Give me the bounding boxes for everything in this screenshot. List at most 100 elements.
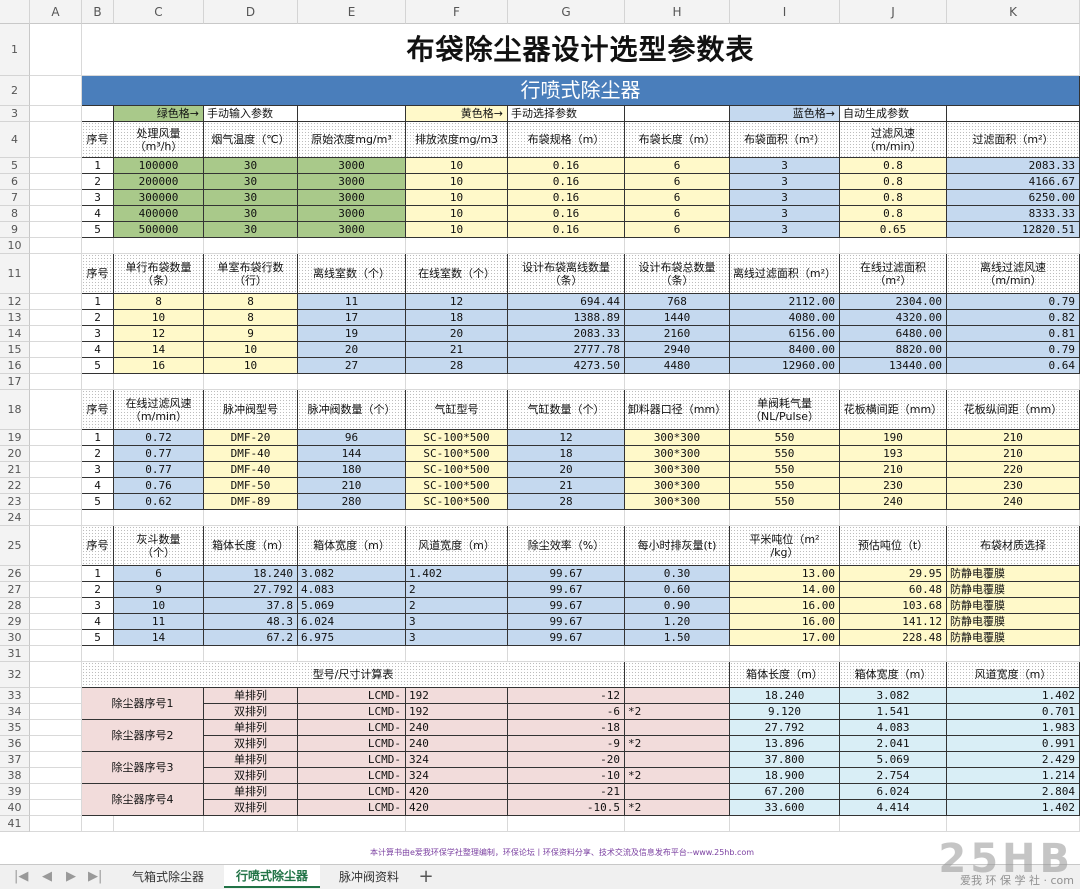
grid-cell[interactable]	[730, 238, 840, 254]
table-cell[interactable]: 193	[840, 446, 947, 462]
table-cell[interactable]: DMF-89	[204, 494, 298, 510]
grid-cell[interactable]	[30, 222, 82, 238]
grid-cell[interactable]	[840, 646, 947, 662]
row-header[interactable]: 16	[0, 358, 30, 374]
table-cell[interactable]: 8	[204, 294, 298, 310]
sheet-tab-qixiang[interactable]: 气箱式除尘器	[118, 865, 218, 888]
table-cell[interactable]: 6	[625, 174, 730, 190]
sheet-tab-maichongfa[interactable]: 脉冲阀资料	[324, 865, 414, 888]
last-sheet-icon[interactable]: ▶|	[88, 869, 102, 884]
table-cell[interactable]: 16.00	[730, 614, 840, 630]
column-header[interactable]: K	[947, 0, 1080, 24]
table-cell[interactable]: 3000	[298, 222, 406, 238]
table-cell[interactable]: 10	[114, 310, 204, 326]
table-cell[interactable]: 4320.00	[840, 310, 947, 326]
grid-cell[interactable]	[298, 646, 406, 662]
table-cell[interactable]: 17.00	[730, 630, 840, 646]
row-header[interactable]: 30	[0, 630, 30, 646]
table-cell[interactable]: 0.16	[508, 222, 625, 238]
table-cell[interactable]: 防静电覆膜	[947, 614, 1080, 630]
table-cell[interactable]: 14	[114, 342, 204, 358]
table-cell[interactable]: 16	[114, 358, 204, 374]
grid-cell[interactable]	[30, 704, 82, 720]
table-cell[interactable]: 20	[508, 462, 625, 478]
table-cell[interactable]: 防静电覆膜	[947, 630, 1080, 646]
row-header[interactable]: 9	[0, 222, 30, 238]
grid-cell[interactable]	[30, 106, 82, 122]
table-cell[interactable]: 6	[625, 222, 730, 238]
table-cell[interactable]: 12820.51	[947, 222, 1080, 238]
row-header[interactable]: 11	[0, 254, 30, 294]
table-cell[interactable]: 0.90	[625, 598, 730, 614]
grid-cell[interactable]	[406, 238, 508, 254]
table-cell[interactable]: 6	[625, 206, 730, 222]
table-cell[interactable]: 11	[114, 614, 204, 630]
grid-cell[interactable]	[30, 614, 82, 630]
table-cell[interactable]: 67.2	[204, 630, 298, 646]
table-cell[interactable]: 14.00	[730, 582, 840, 598]
table-cell[interactable]: 3.082	[298, 566, 406, 582]
table-cell[interactable]: 10	[406, 174, 508, 190]
grid-cell[interactable]	[30, 462, 82, 478]
table-cell[interactable]: 0.77	[114, 462, 204, 478]
table-cell[interactable]: 60.48	[840, 582, 947, 598]
grid-cell[interactable]	[30, 736, 82, 752]
grid-cell[interactable]	[30, 598, 82, 614]
table-cell[interactable]: 10	[406, 206, 508, 222]
table-cell[interactable]: 99.67	[508, 614, 625, 630]
table-cell[interactable]: 230	[947, 478, 1080, 494]
grid-cell[interactable]	[30, 768, 82, 784]
table-cell[interactable]: 0.8	[840, 190, 947, 206]
grid-cell[interactable]	[30, 294, 82, 310]
table-cell[interactable]: 1.50	[625, 630, 730, 646]
table-cell[interactable]: 6.024	[298, 614, 406, 630]
table-cell[interactable]: 3	[730, 190, 840, 206]
table-cell[interactable]: 400000	[114, 206, 204, 222]
grid-cell[interactable]	[30, 190, 82, 206]
grid-cell[interactable]	[30, 478, 82, 494]
table-cell[interactable]: 2160	[625, 326, 730, 342]
table-cell[interactable]: 20	[406, 326, 508, 342]
table-cell[interactable]: 30	[204, 206, 298, 222]
table-cell[interactable]: 550	[730, 478, 840, 494]
table-cell[interactable]: 6480.00	[840, 326, 947, 342]
grid-cell[interactable]	[298, 374, 406, 390]
table-cell[interactable]: 防静电覆膜	[947, 598, 1080, 614]
table-cell[interactable]: 0.65	[840, 222, 947, 238]
grid-cell[interactable]	[508, 374, 625, 390]
table-cell[interactable]: 9	[204, 326, 298, 342]
table-cell[interactable]: 12	[114, 326, 204, 342]
row-header[interactable]: 6	[0, 174, 30, 190]
table-cell[interactable]: 228.48	[840, 630, 947, 646]
grid-cell[interactable]	[30, 582, 82, 598]
grid-cell[interactable]	[30, 720, 82, 736]
table-cell[interactable]: 0.62	[114, 494, 204, 510]
grid-cell[interactable]	[730, 816, 840, 832]
table-cell[interactable]: 21	[508, 478, 625, 494]
table-cell[interactable]: 0.79	[947, 342, 1080, 358]
row-header[interactable]: 12	[0, 294, 30, 310]
table-cell[interactable]: 28	[406, 358, 508, 374]
row-header[interactable]: 18	[0, 390, 30, 430]
grid-cell[interactable]	[625, 374, 730, 390]
grid-cell[interactable]	[30, 630, 82, 646]
row-header[interactable]: 15	[0, 342, 30, 358]
grid-cell[interactable]	[30, 526, 82, 566]
table-cell[interactable]: 1440	[625, 310, 730, 326]
table-cell[interactable]: 20	[298, 342, 406, 358]
table-cell[interactable]: 96	[298, 430, 406, 446]
table-cell[interactable]: 220	[947, 462, 1080, 478]
table-cell[interactable]: 0.30	[625, 566, 730, 582]
row-header[interactable]: 35	[0, 720, 30, 736]
row-header[interactable]: 13	[0, 310, 30, 326]
grid-cell[interactable]	[625, 510, 730, 526]
column-header[interactable]: G	[508, 0, 625, 24]
grid-cell[interactable]	[840, 816, 947, 832]
row-header[interactable]: 21	[0, 462, 30, 478]
table-cell[interactable]: 3	[730, 222, 840, 238]
column-header[interactable]: I	[730, 0, 840, 24]
table-cell[interactable]: 10	[114, 598, 204, 614]
grid-cell[interactable]	[30, 390, 82, 430]
grid-cell[interactable]	[30, 662, 82, 688]
grid-cell[interactable]	[840, 374, 947, 390]
